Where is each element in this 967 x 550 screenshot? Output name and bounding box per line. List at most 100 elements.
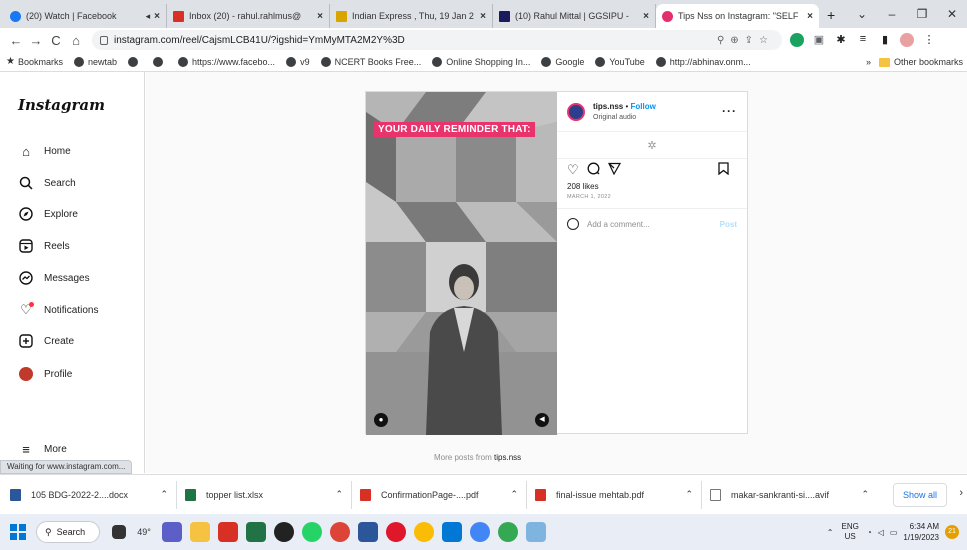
download-item[interactable]: ConfirmationPage-....pdf ⌃ [360,480,527,509]
wifi-icon[interactable]: ◔ [867,528,872,537]
language-indicator[interactable]: ENG US [842,522,859,542]
bookmark-ncert[interactable]: NCERT Books Free... [320,56,421,67]
download-item[interactable]: 105 BDG-2022-2....docx ⌃ [10,480,177,509]
chrome-profile-icon[interactable] [414,522,434,542]
download-item[interactable]: makar-sankranti-si....avif ⌃ [710,481,877,509]
tab-instagram[interactable]: Tips Nss on Instagram: "SELF × [656,4,819,28]
close-tab-icon[interactable]: × [807,11,813,22]
bookmark-google[interactable]: Google [541,56,584,67]
sidebar-item-home[interactable]: ⌂ Home [18,141,71,161]
url-field[interactable]: instagram.com/reel/CajsmLCB41U/?igshid=Y… [92,30,782,50]
tab-facebook[interactable]: (20) Watch | Facebook ◂ × [4,4,167,28]
chrome-profile-icon[interactable] [470,522,490,542]
volume-icon[interactable]: ◁ [878,528,884,537]
clock[interactable]: 6:34 AM 1/19/2023 [903,521,939,543]
sidebar-item-more[interactable]: ≡ More [18,439,67,459]
chrome-profile-icon[interactable] [498,522,518,542]
tagged-user-icon[interactable]: ● [374,413,388,427]
side-panel-icon[interactable]: ▮ [878,33,892,47]
more-options-icon[interactable]: ··· [722,104,737,118]
instagram-logo[interactable]: Instagram [18,96,105,114]
word-icon[interactable] [358,522,378,542]
sidebar-item-profile[interactable]: Profile [18,364,72,384]
other-bookmarks[interactable]: » Other bookmarks [866,52,963,72]
bookmark-shopping[interactable]: Online Shopping In... [432,56,530,67]
bookmark-facebook[interactable]: https://www.facebo... [178,56,275,67]
close-window-icon[interactable]: ✕ [937,7,967,21]
tab-search-icon[interactable]: ⌄ [847,7,877,21]
weather-icon[interactable]: 49° [134,522,154,542]
mute-icon[interactable]: ◀ [535,413,549,427]
start-icon[interactable] [10,524,26,540]
chevron-up-icon[interactable]: ⌃ [861,489,869,500]
overflow-chevron-icon[interactable]: » [866,57,871,67]
post-comment-button[interactable]: Post [720,220,737,229]
sidebar-item-search[interactable]: Search [18,173,76,193]
avatar[interactable] [900,33,914,47]
back-icon[interactable]: ← [6,33,26,48]
notification-badge[interactable]: 21 [945,525,959,539]
tab-gmail[interactable]: Inbox (20) - rahul.rahlmus@ × [167,4,330,28]
username-link[interactable]: tips.nss [593,102,623,111]
omnibox-actions-icon[interactable]: ⚲⊕⇪☆ [717,35,774,46]
bookmark-globe[interactable] [153,56,167,67]
forward-icon[interactable]: → [26,33,46,48]
minimize-icon[interactable]: – [877,7,907,21]
bookmark-v9[interactable]: v9 [286,56,310,67]
reading-list-icon[interactable]: ≡ [856,33,870,47]
new-tab-button[interactable]: + [827,7,835,23]
puzzle-icon[interactable]: ✱ [834,33,848,47]
bookmark-newtab[interactable]: newtab [73,56,117,67]
battery-icon[interactable]: ▭ [890,528,898,537]
bookmark-icon[interactable] [718,161,729,178]
chat-icon[interactable] [162,522,182,542]
settings-icon[interactable] [442,522,462,542]
emoji-icon[interactable] [567,218,579,230]
bookmark-globe[interactable] [128,56,142,67]
bookmark-abhinav[interactable]: http://abhinav.onm... [655,56,751,67]
obs-icon[interactable] [274,522,294,542]
avatar[interactable] [567,102,585,121]
comment-icon[interactable] [587,162,600,178]
excel-icon[interactable] [246,522,266,542]
sidebar-item-messages[interactable]: Messages [18,268,90,288]
share-icon[interactable] [607,162,621,178]
chevron-up-icon[interactable]: ⌃ [685,489,693,500]
like-count[interactable]: 208 likes [557,180,747,191]
close-tab-icon[interactable]: × [480,11,486,22]
more-posts-username[interactable]: tips.nss [494,453,521,462]
download-item[interactable]: final-issue mehtab.pdf ⌃ [535,480,702,509]
restore-icon[interactable]: ❐ [907,7,937,21]
whatsapp-icon[interactable] [302,522,322,542]
extension-icon[interactable]: ▣ [812,33,826,47]
task-view-icon[interactable] [112,525,126,539]
menu-icon[interactable]: ⋮ [922,33,936,47]
chevron-up-icon[interactable]: ⌃ [827,528,834,537]
opera-icon[interactable] [386,522,406,542]
close-tab-icon[interactable]: × [154,11,160,22]
close-shelf-icon[interactable]: › [959,487,963,499]
download-item[interactable]: topper list.xlsx ⌃ [185,480,352,509]
follow-button[interactable]: Follow [631,102,656,111]
sidebar-item-reels[interactable]: Reels [18,236,70,256]
close-tab-icon[interactable]: × [643,11,649,22]
tab-rahul-mittal[interactable]: (10) Rahul Mittal | GGSIPU - × [493,4,656,28]
acrobat-icon[interactable] [218,522,238,542]
comment-input[interactable]: Add a comment... [587,220,650,229]
bookmarks-label[interactable]: ★ Bookmarks [6,56,63,67]
taskbar-search[interactable]: ⚲ Search [36,521,100,543]
sidebar-item-create[interactable]: Create [18,331,74,351]
reload-icon[interactable]: C [46,33,66,48]
extension-icon[interactable] [790,33,804,47]
audio-link[interactable]: Original audio [593,112,656,123]
notepad-icon[interactable] [526,522,546,542]
sidebar-item-notifications[interactable]: ♡ Notifications [18,300,98,320]
bookmark-youtube[interactable]: YouTube [595,56,645,67]
sidebar-item-explore[interactable]: Explore [18,204,78,224]
show-all-button[interactable]: Show all [893,483,947,507]
chevron-up-icon[interactable]: ⌃ [335,489,343,500]
file-explorer-icon[interactable] [190,522,210,542]
chrome-icon[interactable] [330,522,350,542]
chevron-up-icon[interactable]: ⌃ [160,489,168,500]
close-tab-icon[interactable]: × [317,11,323,22]
